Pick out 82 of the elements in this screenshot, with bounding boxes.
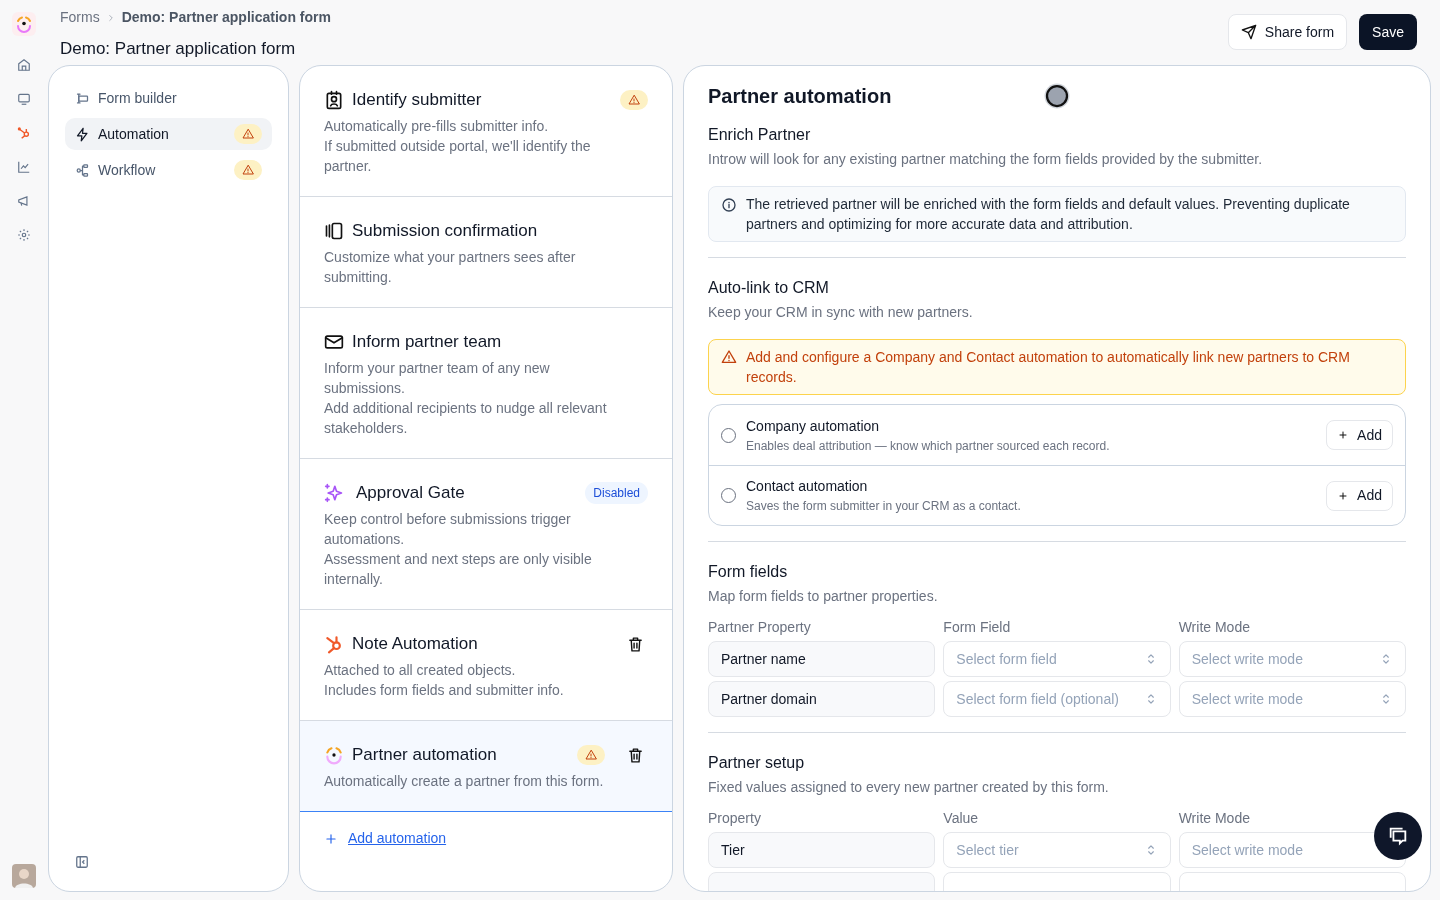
chat-button[interactable] (1374, 812, 1422, 860)
panel-title: Partner automation (708, 84, 892, 109)
automation-title: Identify submitter (352, 89, 483, 112)
bolt-icon (75, 126, 90, 142)
mail-icon (324, 332, 344, 352)
nav-item[interactable]: Automation (65, 118, 272, 150)
share-form-button[interactable]: Share form (1227, 14, 1348, 50)
property-field: Partner name (708, 641, 936, 677)
automation-description: Automatically pre-fills submitter info. If submitted outside portal, we'll identify the partner. (324, 117, 592, 176)
section-description: Keep your CRM in sync with new partners. (708, 303, 974, 322)
add-automation-link[interactable]: Add automation (348, 828, 447, 849)
form-field-icon (75, 90, 90, 106)
section-description: Introw will look for any existing partner matching the form fields provided by the submitter. (708, 150, 1264, 169)
section-heading: Form fields (708, 562, 789, 582)
section-description: Map form fields to partner properties. (708, 587, 939, 606)
option-description: Enables deal attribution — know which partner sourced each record. (746, 437, 1111, 455)
panels-icon (324, 221, 344, 241)
automation-card[interactable]: Partner automation Automatically create a partner from this form. (300, 721, 672, 812)
nav-item[interactable]: Form builder (65, 82, 272, 114)
warning-icon (628, 94, 640, 106)
warning-icon (585, 749, 597, 761)
section-heading: Partner setup (708, 753, 806, 773)
send-icon (1240, 24, 1257, 40)
automation-title: Submission confirmation (352, 220, 539, 243)
section-description: Fixed values assigned to every new partner created by this form. (708, 778, 1110, 797)
column-header: Property (708, 810, 761, 826)
automation-title: Note Automation (352, 633, 479, 656)
app-logo-icon[interactable] (12, 12, 36, 36)
megaphone-icon[interactable] (17, 194, 31, 208)
section-heading: Enrich Partner (708, 125, 812, 145)
flow-icon (75, 162, 90, 178)
automation-card[interactable]: Approval Gate Disabled Keep control before submissions trigger automations. Assessment and next steps are only visible internally. (300, 459, 672, 610)
nav-item[interactable]: Workflow (65, 154, 272, 186)
sparkle-icon (324, 483, 344, 503)
automation-card[interactable]: Identify submitter Automatically pre-fills submitter info. If submitted outside portal, we'll identify the partner. (300, 66, 672, 197)
automation-card[interactable]: Submission confirmation Customize what your partners sees after submitting. (300, 197, 672, 308)
property-field: Partner domain (708, 681, 936, 717)
automation-title: Inform partner team (352, 331, 503, 354)
info-text: The retrieved partner will be enriched with the form fields and default values. Preventing duplicate partners and optimizing for more accurate data and attribution. (746, 195, 1351, 234)
property-field: Tier (708, 832, 936, 868)
warning-icon (721, 349, 737, 365)
option-description: Saves the form submitter in your CRM as a contact. (746, 498, 1022, 515)
status-badge: Disabled (585, 482, 648, 504)
hub-icon[interactable] (17, 126, 31, 140)
automation-description: Automatically create a partner from this form. (324, 772, 605, 791)
trash-icon[interactable] (627, 635, 644, 653)
add-button[interactable]: Add (1326, 420, 1393, 450)
hub-icon (324, 634, 344, 654)
trash-icon[interactable] (627, 746, 644, 764)
plus-icon (324, 831, 338, 846)
warning-icon (242, 128, 254, 140)
monitor-icon[interactable] (17, 92, 31, 106)
chart-icon[interactable] (17, 160, 31, 174)
column-header: Value (943, 810, 979, 826)
save-button[interactable]: Save (1359, 14, 1417, 50)
automation-card[interactable]: Inform partner team Inform your partner team of any new submissions. Add additional recipients to nudge all relevant stakeholders. (300, 308, 672, 459)
warning-text: Add and configure a Company and Contact automation to automatically link new partners to CRM records. (746, 348, 1351, 387)
chat-icon (1387, 825, 1409, 847)
info-icon (721, 197, 737, 213)
home-icon[interactable] (17, 58, 31, 72)
automation-title: Partner automation (352, 744, 498, 767)
automation-description: Customize what your partners sees after submitting. (324, 248, 577, 287)
breadcrumb-current: Demo: Partner application form (121, 8, 331, 27)
section-heading: Auto-link to CRM (708, 278, 830, 298)
id-badge-icon (324, 90, 344, 110)
breadcrumb-link[interactable]: Forms (60, 7, 100, 28)
automation-description: Inform your partner team of any new submissions. Add additional recipients to nudge all relevant stakeholders. (324, 359, 608, 438)
add-button[interactable]: Add (1326, 480, 1393, 511)
collapse-sidebar-icon[interactable] (75, 855, 89, 869)
column-header: Write Mode (1178, 619, 1250, 635)
column-header: Write Mode (1178, 810, 1250, 826)
automation-description: Attached to all created objects. Includes form fields and submitter info. (324, 661, 565, 700)
automation-title: Approval Gate (356, 482, 466, 505)
column-header: Form Field (943, 619, 1011, 635)
column-header: Partner Property (708, 619, 811, 635)
settings-icon[interactable] (17, 228, 31, 242)
option-title: Company automation (746, 416, 881, 436)
option-title: Contact automation (746, 477, 869, 496)
warning-icon (242, 164, 254, 176)
app-logo-icon (324, 745, 344, 765)
automation-description: Keep control before submissions trigger automations. Assessment and next steps are only visible internally. (324, 510, 593, 589)
page-title: Demo: Partner application form (60, 38, 297, 60)
